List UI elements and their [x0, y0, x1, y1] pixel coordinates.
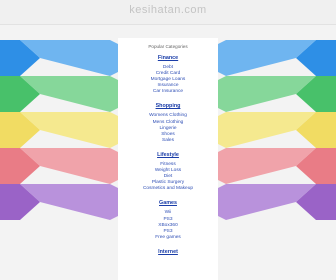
category-shopping-heading[interactable]: Shopping — [118, 103, 218, 109]
right-ribbons — [218, 40, 336, 220]
category-internet-heading[interactable]: Internet — [118, 249, 218, 255]
left-ribbons — [0, 40, 118, 220]
categories-panel: Popular Categories Finance Debt Credit C… — [118, 38, 218, 280]
category-finance-heading[interactable]: Finance — [118, 55, 218, 61]
panel-title: Popular Categories — [148, 44, 188, 49]
category-games-heading[interactable]: Games — [118, 200, 218, 206]
category-lifestyle-heading[interactable]: Lifestyle — [118, 152, 218, 158]
